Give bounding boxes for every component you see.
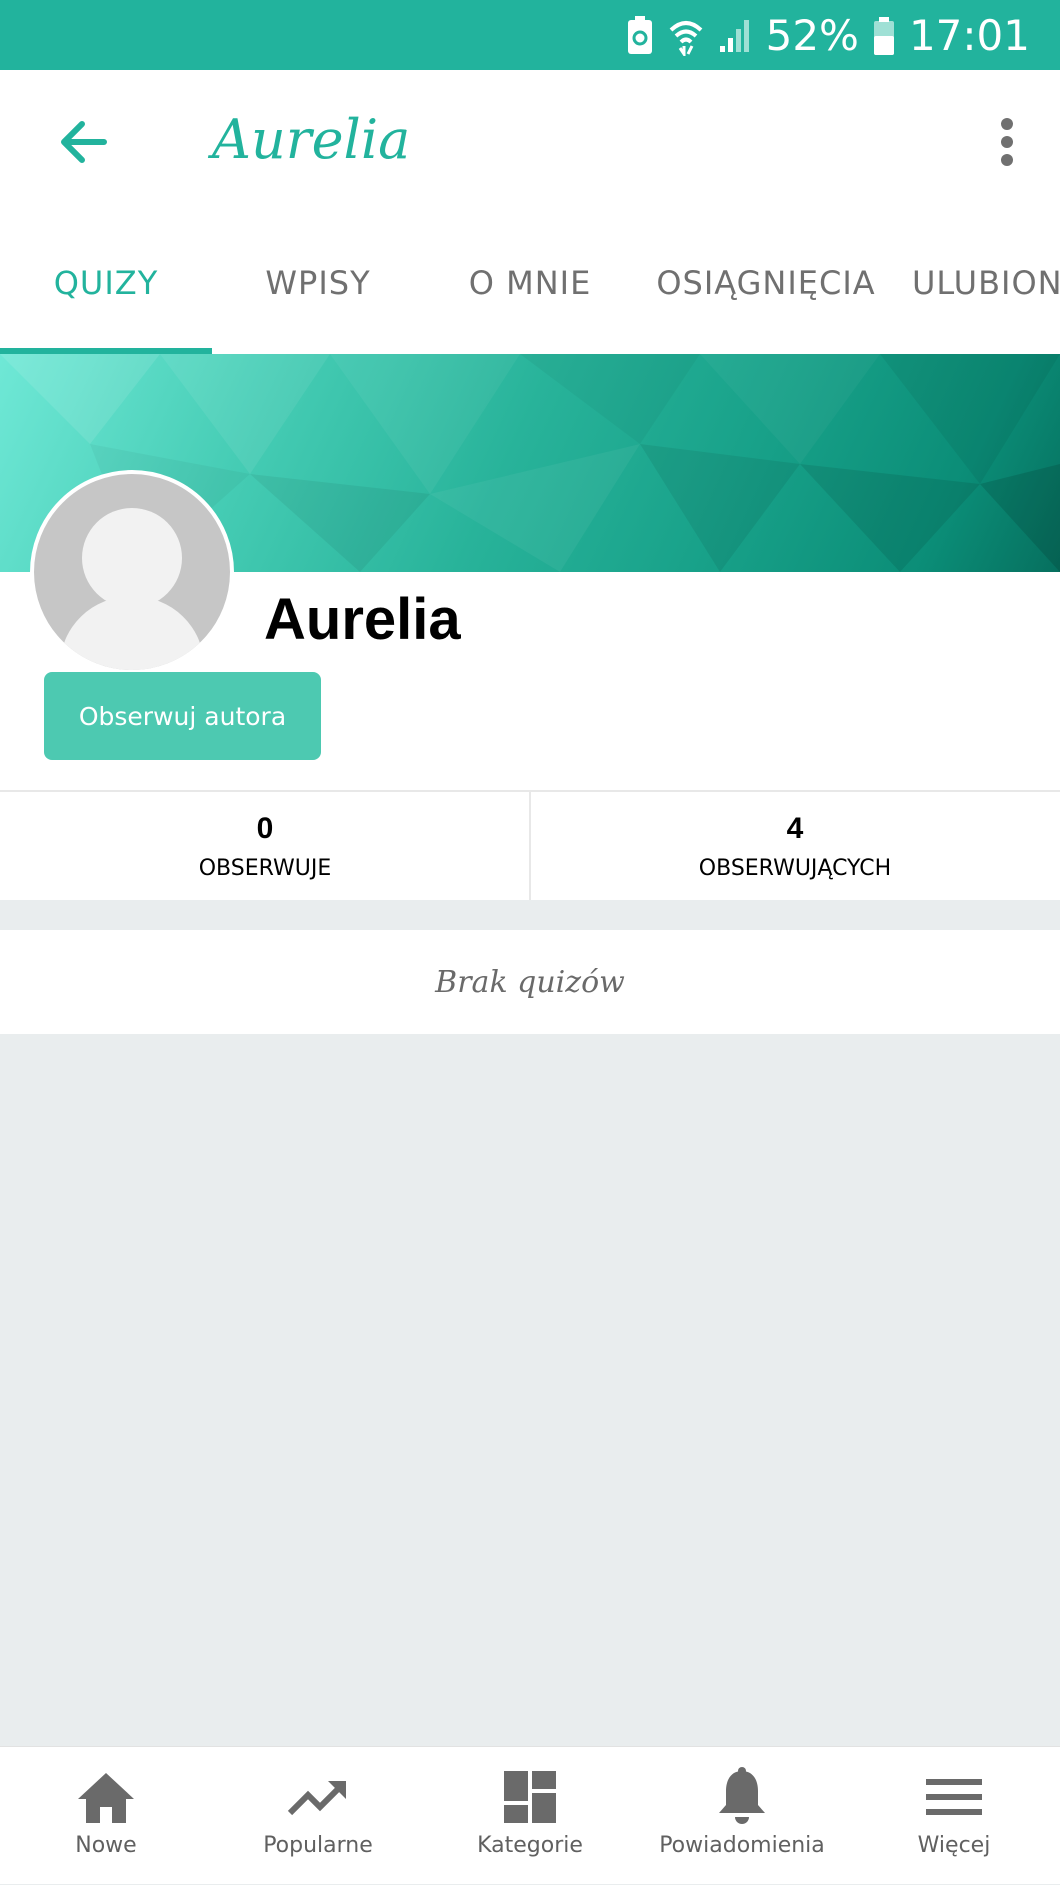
battery-saver-icon — [626, 16, 654, 56]
avatar-person-icon — [82, 508, 182, 608]
profile-name: Aurelia — [264, 587, 461, 652]
tab-bar: QUIZY WPISY O MNIE OSIĄGNIĘCIA ULUBION — [0, 212, 1060, 354]
stat-followers[interactable]: 4 OBSERWUJĄCYCH — [530, 792, 1060, 900]
bell-icon — [636, 1765, 848, 1829]
trending-icon — [212, 1765, 424, 1829]
battery-icon — [873, 16, 895, 56]
nav-item-popularne[interactable]: Popularne — [212, 1747, 424, 1885]
arrow-back-icon — [61, 121, 107, 163]
app-bar: Aurelia — [0, 70, 1060, 212]
tab-osiagniecia[interactable]: OSIĄGNIĘCIA — [636, 212, 896, 354]
wifi-icon — [668, 16, 704, 56]
nav-item-powiadomienia[interactable]: Powiadomienia — [636, 1747, 848, 1885]
following-label: OBSERWUJE — [198, 856, 332, 881]
followers-count: 4 — [786, 812, 804, 845]
avatar — [30, 470, 234, 674]
nav-item-nowe[interactable]: Nowe — [0, 1747, 212, 1885]
stats-row: 0 OBSERWUJE 4 OBSERWUJĄCYCH — [0, 790, 1060, 900]
nav-label-nowe: Nowe — [75, 1833, 137, 1858]
signal-icon — [718, 18, 752, 54]
follow-author-button[interactable]: Obserwuj autora — [44, 672, 321, 760]
clock: 17:01 — [908, 11, 1030, 60]
status-indicators: 52% 17:01 — [626, 10, 1030, 62]
bottom-navigation: Nowe Popularne Kategorie Powiadomienia W… — [0, 1746, 1060, 1884]
stat-following[interactable]: 0 OBSERWUJE — [0, 792, 530, 900]
nav-label-kategorie: Kategorie — [477, 1833, 583, 1858]
overflow-menu-button[interactable] — [982, 114, 1032, 170]
home-icon — [0, 1765, 212, 1829]
dashboard-icon — [424, 1765, 636, 1829]
following-count: 0 — [256, 812, 274, 845]
menu-icon — [848, 1765, 1060, 1829]
battery-percent: 52% — [765, 11, 859, 60]
tab-o-mnie[interactable]: O MNIE — [424, 212, 636, 354]
empty-state-card: Brak quizów — [0, 930, 1060, 1034]
tab-quizy[interactable]: QUIZY — [0, 212, 212, 354]
status-bar: 52% 17:01 — [0, 0, 1060, 70]
nav-label-popularne: Popularne — [263, 1833, 373, 1858]
more-vertical-icon — [1001, 118, 1013, 166]
tab-ulubione[interactable]: ULUBION — [912, 212, 1060, 354]
nav-item-kategorie[interactable]: Kategorie — [424, 1747, 636, 1885]
empty-state-text: Brak quizów — [435, 964, 625, 1000]
page-title: Aurelia — [212, 108, 411, 171]
nav-label-powiadomienia: Powiadomienia — [659, 1833, 825, 1858]
back-button[interactable] — [52, 114, 112, 170]
nav-label-wiecej: Więcej — [917, 1833, 991, 1858]
tab-wpisy[interactable]: WPISY — [212, 212, 424, 354]
avatar-body — [60, 596, 204, 670]
followers-label: OBSERWUJĄCYCH — [698, 856, 892, 881]
nav-item-wiecej[interactable]: Więcej — [848, 1747, 1060, 1885]
